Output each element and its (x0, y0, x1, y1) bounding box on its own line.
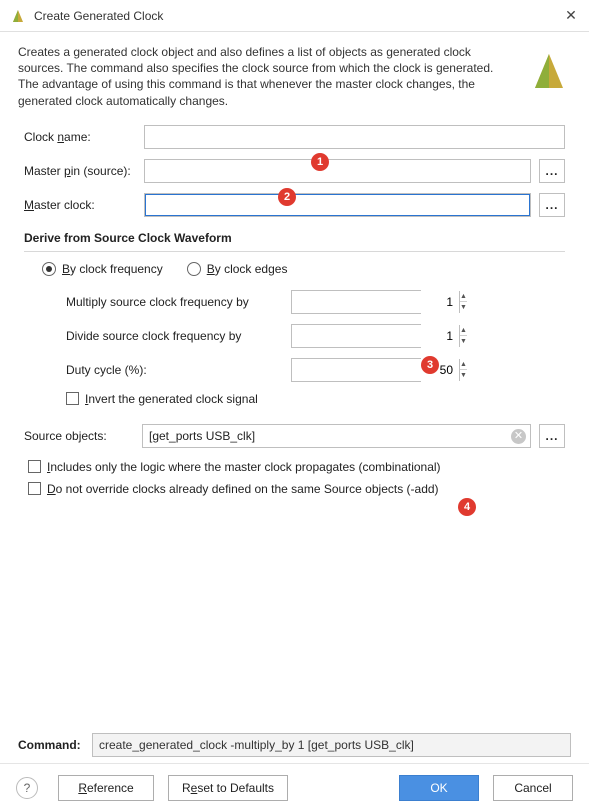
duty-row: Duty cycle (%): ▲ ▼ (66, 358, 565, 382)
divider (24, 251, 565, 252)
multiply-spinner[interactable]: ▲ ▼ (291, 290, 421, 314)
titlebar: Create Generated Clock ✕ (0, 0, 589, 32)
spinner-buttons: ▲ ▼ (459, 359, 467, 381)
radio-by-frequency[interactable]: By clock frequency (42, 262, 163, 276)
command-row: Command: (0, 733, 589, 757)
master-clock-input[interactable] (144, 193, 531, 217)
derive-section-title: Derive from Source Clock Waveform (24, 231, 565, 245)
command-label: Command: (18, 738, 92, 752)
source-objects-input[interactable]: [get_ports USB_clk] ✕ (142, 424, 531, 448)
checkbox-icon (28, 460, 41, 473)
duty-spinner[interactable]: ▲ ▼ (291, 358, 421, 382)
no-override-row: Do not override clocks already defined o… (28, 482, 565, 496)
help-button[interactable]: ? (16, 777, 38, 799)
combinational-checkbox[interactable]: Includes only the logic where the master… (28, 460, 565, 474)
reset-defaults-button[interactable]: Reset to Defaults (168, 775, 288, 801)
master-pin-label: Master pin (source): (24, 164, 144, 178)
source-objects-browse-button[interactable]: ... (539, 424, 565, 448)
master-pin-input[interactable] (144, 159, 531, 183)
clear-icon[interactable]: ✕ (511, 429, 526, 444)
app-logo-icon (10, 8, 26, 24)
radio-icon (42, 262, 56, 276)
divide-row: Divide source clock frequency by ▲ ▼ (66, 324, 565, 348)
master-clock-row: Master clock: ... (24, 193, 565, 217)
no-override-label: Do not override clocks already defined o… (47, 482, 439, 496)
derive-mode-radios: By clock frequency By clock edges (42, 262, 565, 276)
checkbox-icon (66, 392, 79, 405)
no-override-checkbox[interactable]: Do not override clocks already defined o… (28, 482, 565, 496)
reference-button[interactable]: Reference (58, 775, 154, 801)
invert-row: Invert the generated clock signal (66, 392, 565, 406)
master-clock-browse-button[interactable]: ... (539, 193, 565, 217)
master-pin-browse-button[interactable]: ... (539, 159, 565, 183)
close-icon[interactable]: ✕ (563, 7, 579, 24)
duty-input[interactable] (292, 359, 459, 381)
spinner-down-icon[interactable]: ▼ (460, 302, 467, 313)
clock-name-row: Clock name: (24, 125, 565, 149)
radio-icon (187, 262, 201, 276)
multiply-input[interactable] (292, 291, 459, 313)
command-output[interactable] (92, 733, 571, 757)
invert-checkbox[interactable]: Invert the generated clock signal (66, 392, 258, 406)
spinner-up-icon[interactable]: ▲ (460, 325, 467, 337)
window-title: Create Generated Clock (34, 9, 563, 23)
divide-label: Divide source clock frequency by (66, 329, 291, 343)
checkbox-icon (28, 482, 41, 495)
spinner-up-icon[interactable]: ▲ (460, 359, 467, 371)
spinner-buttons: ▲ ▼ (459, 325, 467, 347)
source-objects-row: Source objects: [get_ports USB_clk] ✕ ..… (24, 424, 565, 448)
multiply-row: Multiply source clock frequency by ▲ ▼ (66, 290, 565, 314)
combinational-label: Includes only the logic where the master… (47, 460, 441, 474)
ok-button[interactable]: OK (399, 775, 479, 801)
invert-label: Invert the generated clock signal (85, 392, 258, 406)
radio-by-edges[interactable]: By clock edges (187, 262, 288, 276)
spinner-down-icon[interactable]: ▼ (460, 336, 467, 347)
spinner-buttons: ▲ ▼ (459, 291, 467, 313)
combinational-row: Includes only the logic where the master… (28, 460, 565, 474)
master-pin-row: Master pin (source): ... (24, 159, 565, 183)
master-clock-label: Master clock: (24, 198, 144, 212)
cancel-button[interactable]: Cancel (493, 775, 573, 801)
clock-name-input[interactable] (144, 125, 565, 149)
clock-name-label: Clock name: (24, 130, 144, 144)
window-description: Creates a generated clock object and als… (18, 44, 527, 109)
spinner-up-icon[interactable]: ▲ (460, 291, 467, 303)
spinner-down-icon[interactable]: ▼ (460, 370, 467, 381)
divide-input[interactable] (292, 325, 459, 347)
app-logo-large-icon (527, 48, 571, 92)
radio-label: By clock frequency (62, 262, 163, 276)
radio-label: By clock edges (207, 262, 288, 276)
multiply-label: Multiply source clock frequency by (66, 295, 291, 309)
source-objects-value: [get_ports USB_clk] (149, 429, 506, 443)
divide-spinner[interactable]: ▲ ▼ (291, 324, 421, 348)
duty-label: Duty cycle (%): (66, 363, 291, 377)
annotation-badge: 4 (458, 498, 476, 516)
header-description-area: Creates a generated clock object and als… (0, 32, 589, 115)
footer: ? Reference Reset to Defaults OK Cancel (0, 763, 589, 811)
source-objects-label: Source objects: (24, 429, 142, 443)
